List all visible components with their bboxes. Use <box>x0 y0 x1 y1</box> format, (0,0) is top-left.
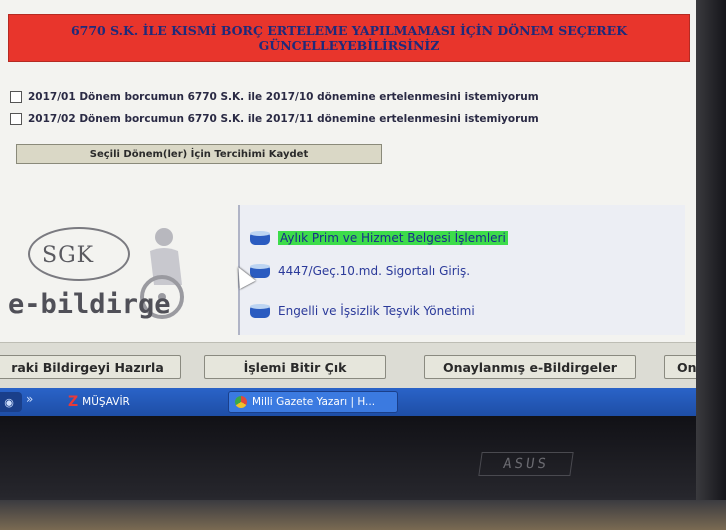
chrome-icon <box>235 396 247 408</box>
windows-taskbar: ◉ » Z MÜŞAVİR Milli Gazete Yazarı | H... <box>0 388 696 416</box>
main-menu-panel: Aylık Prim ve Hizmet Belgesi İşlemleri 4… <box>238 205 685 335</box>
warning-text: 6770 S.K. İLE KISMİ BORÇ ERTELEME YAPILM… <box>70 23 628 53</box>
quick-launch-expand[interactable]: » <box>26 392 33 406</box>
option-row-2017-02: 2017/02 Dönem borcumun 6770 S.K. ile 201… <box>10 110 539 128</box>
sgk-logo-text: SGK <box>42 243 95 268</box>
monitor-brand-logo: ASUS <box>478 452 574 476</box>
monitor-bezel-right <box>696 0 726 530</box>
option-label-2017-02: 2017/02 Dönem borcumun 6770 S.K. ile 201… <box>28 113 539 125</box>
taskbar-item-musavir[interactable]: Z MÜŞAVİR <box>62 391 222 413</box>
prepare-declaration-button[interactable]: raki Bildirgeyi Hazırla <box>0 355 181 379</box>
taskbar-label-chrome: Milli Gazete Yazarı | H... <box>252 396 376 408</box>
approved-declarations-button[interactable]: Onaylanmış e-Bildirgeler <box>424 355 636 379</box>
menu-label-aylik-prim: Aylık Prim ve Hizmet Belgesi İşlemleri <box>278 231 508 245</box>
finish-exit-button[interactable]: İşlemi Bitir Çık <box>204 355 386 379</box>
browser-screen: 6770 S.K. İLE KISMİ BORÇ ERTELEME YAPILM… <box>0 0 696 388</box>
taskbar-label-musavir: MÜŞAVİR <box>82 396 130 408</box>
checkbox-2017-02[interactable] <box>10 113 22 125</box>
desk-surface <box>0 500 726 530</box>
save-preference-button[interactable]: Seçili Dönem(ler) İçin Tercihimi Kaydet <box>16 144 382 164</box>
menu-label-4447: 4447/Geç.10.md. Sigortalı Giriş. <box>278 264 471 278</box>
option-label-2017-01: 2017/01 Dönem borcumun 6770 S.K. ile 201… <box>28 91 539 103</box>
database-icon <box>248 302 272 320</box>
option-row-2017-01: 2017/01 Dönem borcumun 6770 S.K. ile 201… <box>10 88 539 106</box>
deferral-warning-banner: 6770 S.K. İLE KISMİ BORÇ ERTELEME YAPILM… <box>8 14 690 62</box>
bottom-action-bar: raki Bildirgeyi Hazırla İşlemi Bitir Çık… <box>0 342 696 388</box>
menu-item-aylik-prim[interactable]: Aylık Prim ve Hizmet Belgesi İşlemleri <box>248 226 508 250</box>
menu-item-engelli-tesvik[interactable]: Engelli ve İşsizlik Teşvik Yönetimi <box>248 299 475 323</box>
menu-item-4447-sigortali-giris[interactable]: 4447/Geç.10.md. Sigortalı Giriş. <box>248 259 470 283</box>
menu-label-engelli: Engelli ve İşsizlik Teşvik Yönetimi <box>278 304 475 318</box>
taskbar-item-chrome[interactable]: Milli Gazete Yazarı | H... <box>228 391 398 413</box>
z-icon: Z <box>68 394 79 410</box>
sgk-logo-area: SGK e-bildirge <box>0 205 238 335</box>
database-icon <box>248 229 272 247</box>
checkbox-2017-01[interactable] <box>10 91 22 103</box>
approve-button[interactable]: Onay B <box>664 355 696 379</box>
e-bildirge-logo-text: e-bildirge <box>8 289 171 320</box>
start-button[interactable]: ◉ <box>0 392 22 412</box>
